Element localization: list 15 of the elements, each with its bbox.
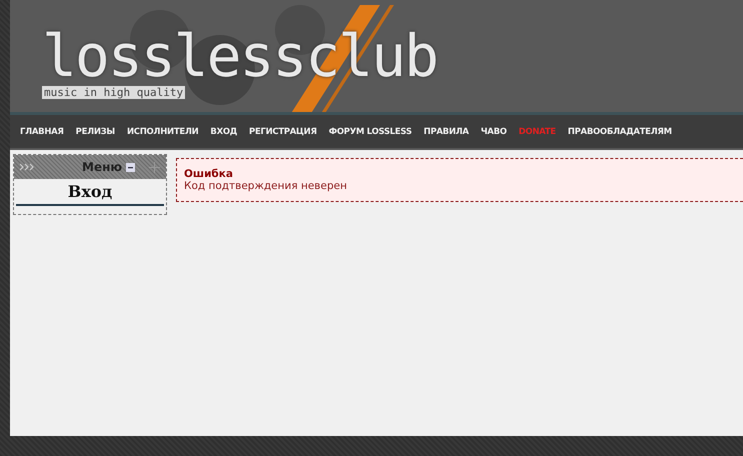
nav-link[interactable]: ПРАВИЛА [418, 126, 475, 136]
nav-link[interactable]: ЧАВО [474, 126, 513, 136]
nav-link[interactable]: ИСПОЛНИТЕЛИ [120, 126, 204, 136]
login-link[interactable]: Вход [16, 182, 164, 206]
menu-title: Меню [82, 160, 122, 174]
error-title: Ошибка [184, 168, 234, 180]
nav-link[interactable]: ФОРУМ LOSSLESS [322, 126, 418, 136]
nav-link[interactable]: ПРАВООБЛАДАТЕЛЯМ [562, 126, 678, 136]
nav-link[interactable]: РЕЛИЗЫ [70, 126, 121, 136]
chevrons-icon [20, 163, 34, 171]
error-text: Код подтверждения неверен [184, 180, 348, 192]
nav-link[interactable]: ГЛАВНАЯ [14, 126, 70, 136]
nav-link[interactable]: ВХОД [204, 126, 244, 136]
nav-link[interactable]: РЕГИСТРАЦИЯ [243, 126, 323, 136]
collapse-icon[interactable] [126, 162, 136, 172]
